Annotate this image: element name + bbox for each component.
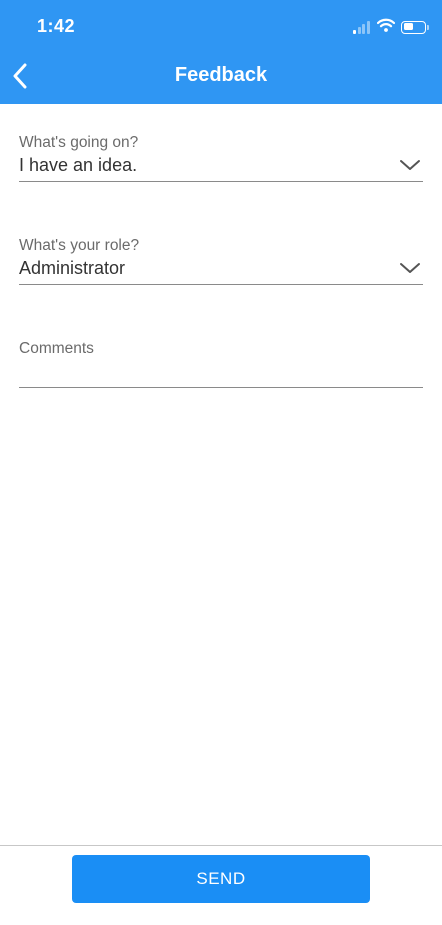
comments-value	[19, 360, 423, 363]
chevron-down-icon	[399, 158, 421, 172]
comments-label: Comments	[19, 340, 94, 357]
footer-bar: SEND	[0, 845, 442, 925]
app-header: 1:42 Feedback	[0, 0, 442, 104]
status-time: 1:42	[37, 16, 76, 36]
whats-going-on-label: What's going on?	[19, 134, 139, 151]
whats-going-on-value: I have an idea.	[19, 155, 138, 175]
chevron-down-icon	[399, 261, 421, 275]
role-label: What's your role?	[19, 237, 140, 254]
wifi-icon	[376, 18, 396, 37]
cellular-signal-icon	[353, 20, 371, 34]
status-icons	[353, 17, 429, 37]
role-value: Administrator	[19, 258, 126, 278]
page-title: Feedback	[174, 64, 268, 86]
feedback-screen: 1:42 Feedback What's going on? I have an…	[0, 0, 442, 925]
send-button[interactable]: SEND	[72, 855, 370, 903]
comments-input[interactable]: Comments	[19, 340, 423, 388]
battery-icon	[401, 20, 429, 34]
role-select[interactable]: What's your role? Administrator	[19, 237, 423, 285]
whats-going-on-select[interactable]: What's going on? I have an idea.	[19, 134, 423, 182]
